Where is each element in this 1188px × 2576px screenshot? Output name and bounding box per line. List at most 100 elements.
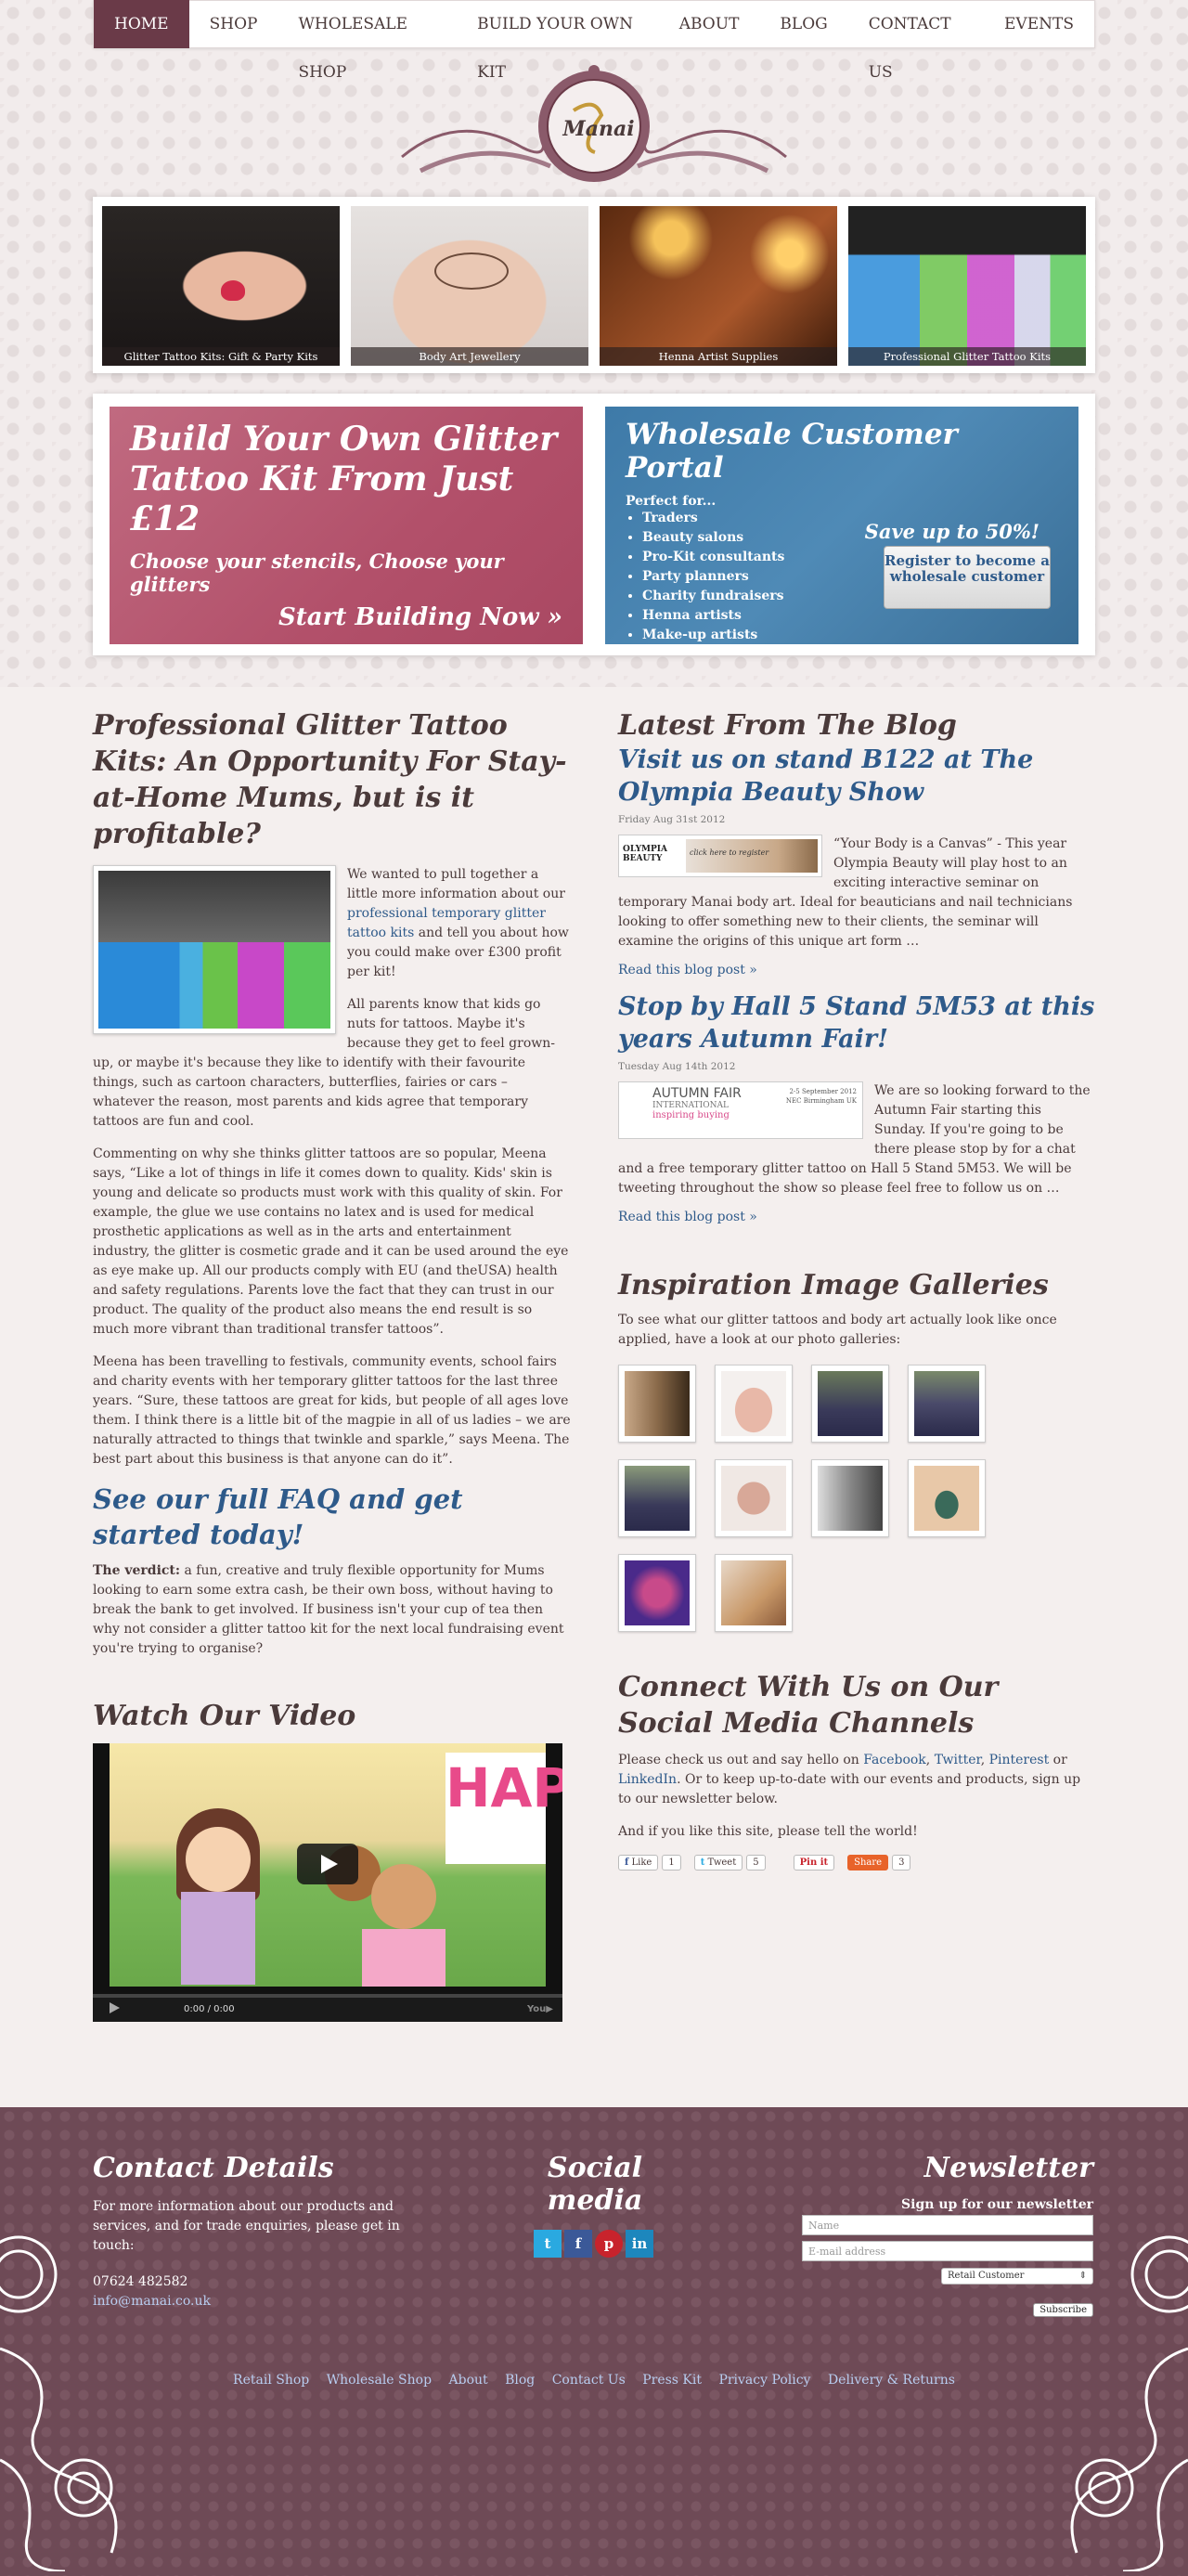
tile-henna-supplies[interactable]: Henna Artist Supplies xyxy=(600,206,837,366)
newsletter-email-input[interactable]: E-mail address xyxy=(802,2241,1093,2261)
galleries-heading: Inspiration Image Galleries xyxy=(618,1269,1049,1302)
email-link[interactable]: info@manai.co.uk xyxy=(93,2294,211,2309)
tile-pro-glitter-kits[interactable]: Professional Glitter Tattoo Kits xyxy=(848,206,1086,366)
footer-link-retail-shop[interactable]: Retail Shop xyxy=(233,2373,309,2388)
nav-shop[interactable]: SHOP xyxy=(189,0,278,48)
gallery-thumb[interactable] xyxy=(715,1554,793,1633)
social-heading: Connect With Us on Our Social Media Chan… xyxy=(618,1671,999,1741)
read-post-link[interactable]: Read this blog post » xyxy=(618,963,1095,977)
faq-link[interactable]: See our full FAQ and get started today! xyxy=(93,1482,572,1552)
register-wholesale-button[interactable]: Register to become a wholesale customer xyxy=(884,546,1051,609)
footer-link-delivery-returns[interactable]: Delivery & Returns xyxy=(828,2373,955,2388)
pinterest-icon[interactable]: p xyxy=(595,2230,623,2258)
gallery-thumb[interactable] xyxy=(618,1365,696,1443)
article-image xyxy=(93,865,336,1034)
build-kit-banner[interactable]: Build Your Own Glitter Tattoo Kit From J… xyxy=(110,407,583,644)
kit-subtitle: Choose your stencils, Choose your glitte… xyxy=(130,549,504,596)
gallery-thumb[interactable] xyxy=(715,1459,793,1538)
gallery-thumb[interactable] xyxy=(811,1365,889,1443)
footer-link-about[interactable]: About xyxy=(449,2373,488,2388)
footer-link-blog[interactable]: Blog xyxy=(505,2373,535,2388)
contact-heading: Contact Details xyxy=(93,2152,334,2184)
post-date: Tuesday Aug 14th 2012 xyxy=(618,1061,736,1073)
twitter-link[interactable]: Twitter xyxy=(935,1753,981,1767)
video-heading: Watch Our Video xyxy=(93,1700,356,1733)
gallery-thumb[interactable] xyxy=(811,1459,889,1538)
play-button[interactable] xyxy=(297,1844,358,1885)
phone-number: 07624 482582 xyxy=(93,2274,188,2289)
video-player[interactable]: HAPP 0:00 / 0:00 You▶ xyxy=(93,1743,562,2023)
nav-home[interactable]: HOME xyxy=(94,0,189,48)
post-image: OLYMPIA BEAUTY click here to register xyxy=(618,835,822,878)
wholesale-portal-banner: Wholesale Customer Portal Perfect for...… xyxy=(605,407,1078,644)
blog-post-title[interactable]: Visit us on stand B122 at The Olympia Be… xyxy=(618,744,1095,809)
post-date: Friday Aug 31st 2012 xyxy=(618,814,726,826)
pinterest-link[interactable]: Pinterest xyxy=(989,1753,1050,1767)
main-article: Professional Glitter Tattoo Kits: An Opp… xyxy=(93,707,572,2023)
promo-panel: Build Your Own Glitter Tattoo Kit From J… xyxy=(93,394,1095,655)
blog-heading: Latest From The Blog xyxy=(618,709,957,742)
save-label: Save up to 50%! xyxy=(864,520,1040,543)
like-count: 1 xyxy=(662,1855,681,1871)
nav-contact-us[interactable]: CONTACT US xyxy=(848,0,984,82)
footer-link-wholesale-shop[interactable]: Wholesale Shop xyxy=(327,2373,432,2388)
tell-world-text: And if you like this site, please tell t… xyxy=(618,1824,918,1840)
start-building-link[interactable]: Start Building Now » xyxy=(278,603,562,631)
category-tiles: Glitter Tattoo Kits: Gift & Party Kits B… xyxy=(93,197,1095,373)
nav-build-your-own-kit[interactable]: BUILD YOUR OWN KIT xyxy=(457,0,659,82)
verdict-paragraph: The verdict: a fun, creative and truly f… xyxy=(93,1563,564,1657)
play-icon[interactable] xyxy=(110,2002,120,2014)
customer-type-select[interactable]: Retail Customer ⇕ xyxy=(941,2268,1093,2285)
main-nav: HOME SHOP WHOLESALE SHOP BUILD YOUR OWN … xyxy=(93,0,1095,82)
footer-links: Retail Shop Wholesale Shop About Blog Co… xyxy=(0,2373,1188,2388)
perfect-for-label: Perfect for... xyxy=(626,494,717,509)
social-media-heading: Social media xyxy=(547,2152,643,2217)
gallery-thumb[interactable] xyxy=(908,1365,986,1443)
facebook-link[interactable]: Facebook xyxy=(863,1753,926,1767)
social-text: Please check us out and say hello on Fac… xyxy=(618,1753,1081,1807)
gallery-thumb[interactable] xyxy=(618,1554,696,1633)
nav-wholesale-shop[interactable]: WHOLESALE SHOP xyxy=(278,0,457,82)
linkedin-icon[interactable]: in xyxy=(626,2230,653,2258)
twitter-icon[interactable]: t xyxy=(534,2230,562,2258)
blog-post-title[interactable]: Stop by Hall 5 Stand 5M53 at this years … xyxy=(618,990,1095,1055)
logo-text: Manai xyxy=(562,117,634,141)
list-item: Henna artists xyxy=(642,606,1058,626)
linkedin-link[interactable]: LinkedIn xyxy=(618,1772,677,1787)
subscribe-button[interactable]: Subscribe xyxy=(1033,2303,1093,2317)
footer: Contact Details For more information abo… xyxy=(0,2107,1188,2576)
paragraph: Commenting on why she thinks glitter tat… xyxy=(93,1146,569,1337)
logo[interactable]: Manai xyxy=(383,59,805,189)
tile-body-jewellery[interactable]: Body Art Jewellery xyxy=(351,206,588,366)
list-item: Make-up artists xyxy=(642,626,1058,645)
tile-caption: Glitter Tattoo Kits: Gift & Party Kits xyxy=(102,347,340,366)
nav-events[interactable]: EVENTS xyxy=(984,0,1094,48)
facebook-like-button[interactable]: f Like xyxy=(618,1855,659,1871)
footer-link-contact-us[interactable]: Contact Us xyxy=(552,2373,626,2388)
footer-link-press-kit[interactable]: Press Kit xyxy=(642,2373,702,2388)
share-button[interactable]: Share xyxy=(847,1855,889,1871)
nav-blog[interactable]: BLOG xyxy=(759,0,847,48)
article-title: Professional Glitter Tattoo Kits: An Opp… xyxy=(93,709,567,850)
chevron-down-icon: ⇕ xyxy=(1078,2271,1087,2281)
youtube-icon[interactable]: You▶ xyxy=(527,2004,553,2014)
gallery-grid xyxy=(618,1365,1095,1633)
paragraph: Meena has been travelling to festivals, … xyxy=(93,1354,571,1467)
read-post-link[interactable]: Read this blog post » xyxy=(618,1210,1095,1224)
tweet-count: 5 xyxy=(746,1855,766,1871)
gallery-thumb[interactable] xyxy=(908,1459,986,1538)
newsletter-name-input[interactable]: Name xyxy=(802,2215,1093,2235)
footer-link-privacy-policy[interactable]: Privacy Policy xyxy=(718,2373,810,2388)
kit-title: Build Your Own Glitter Tattoo Kit From J… xyxy=(130,420,558,539)
nav-about[interactable]: ABOUT xyxy=(659,0,760,48)
gallery-thumb[interactable] xyxy=(618,1459,696,1538)
video-time: 0:00 / 0:00 xyxy=(184,2004,235,2015)
sidebar: Latest From The Blog Visit us on stand B… xyxy=(618,707,1095,1871)
tweet-button[interactable]: t Tweet xyxy=(693,1855,743,1871)
tile-glitter-kits[interactable]: Glitter Tattoo Kits: Gift & Party Kits xyxy=(102,206,340,366)
gallery-thumb[interactable] xyxy=(715,1365,793,1443)
facebook-icon[interactable]: f xyxy=(564,2230,592,2258)
galleries-text: To see what our glitter tattoos and body… xyxy=(618,1313,1057,1348)
pin-it-button[interactable]: Pin it xyxy=(793,1855,835,1871)
newsletter-heading: Newsletter xyxy=(923,2152,1093,2184)
